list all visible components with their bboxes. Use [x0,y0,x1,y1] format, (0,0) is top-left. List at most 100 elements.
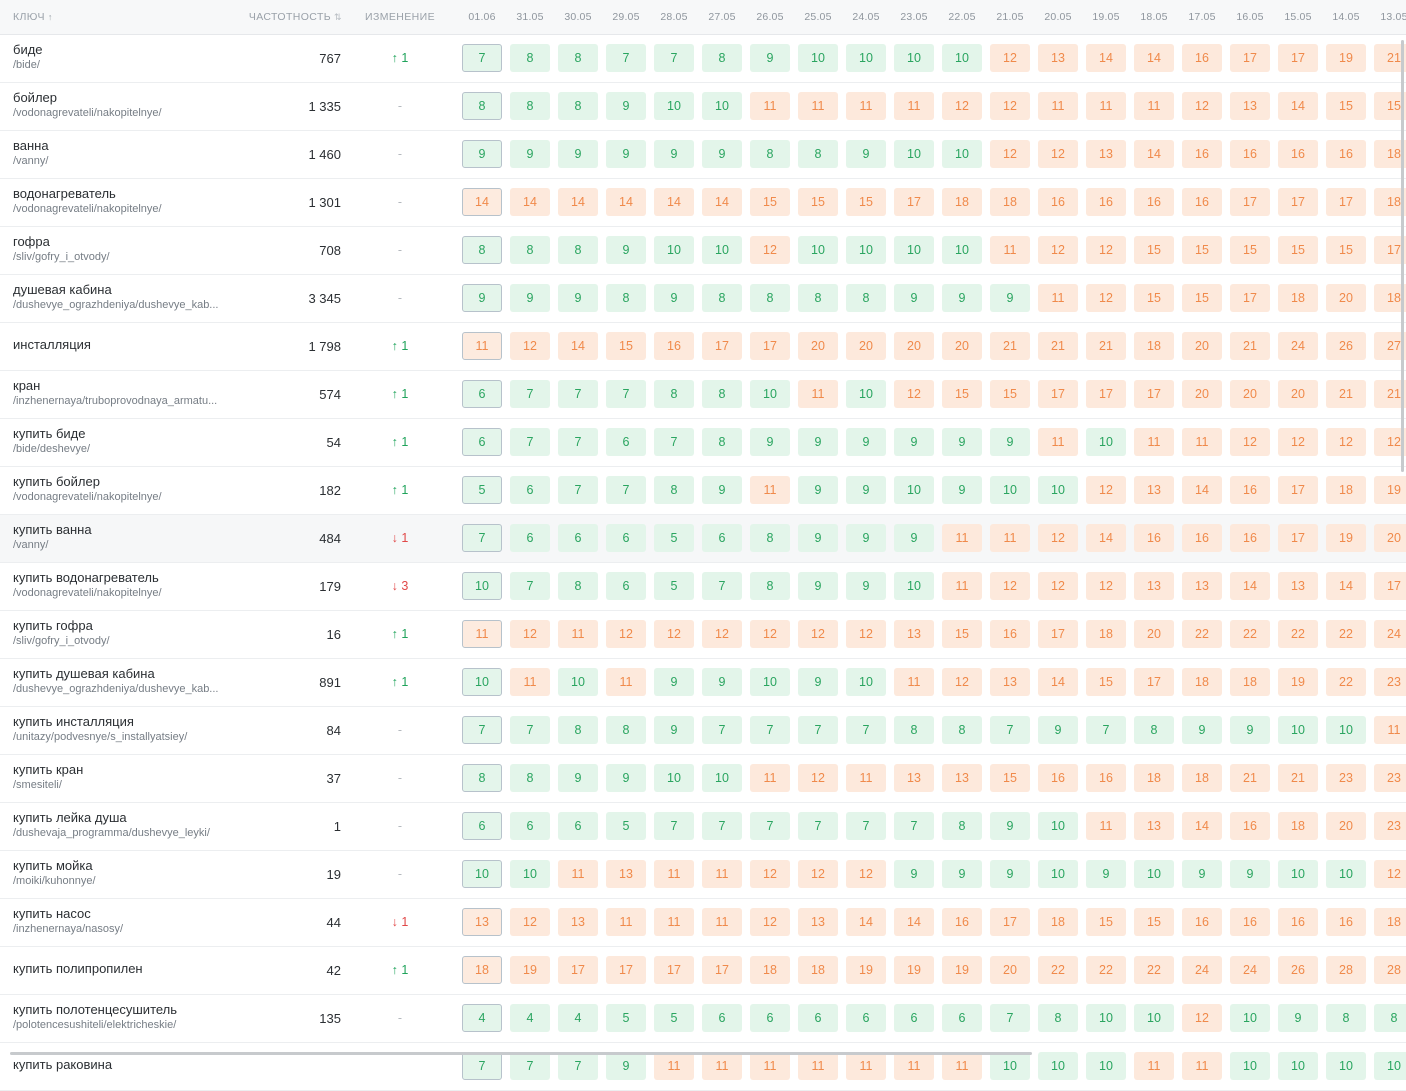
position-cell[interactable]: 12 [942,92,982,120]
position-cell[interactable]: 12 [990,44,1030,72]
position-cell[interactable]: 9 [942,860,982,888]
position-cell[interactable]: 18 [798,956,838,984]
position-cell[interactable]: 13 [1134,812,1174,840]
position-cell[interactable]: 10 [1086,428,1126,456]
position-cell[interactable]: 18 [1278,284,1318,312]
horizontal-scrollbar[interactable] [10,1052,1032,1055]
position-cell[interactable]: 20 [1134,620,1174,648]
table-row[interactable]: купить инсталляция/unitazy/podvesnye/s_i… [0,707,1406,755]
position-cell[interactable]: 10 [654,92,694,120]
position-cell[interactable]: 8 [606,716,646,744]
position-cell[interactable]: 4 [462,1004,502,1032]
position-cell[interactable]: 12 [1086,284,1126,312]
position-cell[interactable]: 22 [1038,956,1078,984]
position-cell[interactable]: 9 [846,140,886,168]
position-cell[interactable]: 12 [510,620,550,648]
position-cell[interactable]: 6 [846,1004,886,1032]
position-cell[interactable]: 5 [654,572,694,600]
position-cell[interactable]: 11 [462,332,502,360]
position-cell[interactable]: 6 [750,1004,790,1032]
position-cell[interactable]: 9 [462,140,502,168]
position-cell[interactable]: 10 [462,860,502,888]
position-cell[interactable]: 9 [990,812,1030,840]
position-cell[interactable]: 13 [798,908,838,936]
position-cell[interactable]: 9 [846,524,886,552]
position-cell[interactable]: 14 [1230,572,1270,600]
position-cell[interactable]: 22 [1326,668,1366,696]
position-cell[interactable]: 9 [990,284,1030,312]
position-cell[interactable]: 15 [1326,92,1366,120]
position-cell[interactable]: 10 [510,860,550,888]
position-cell[interactable]: 15 [990,380,1030,408]
position-cell[interactable]: 13 [1134,476,1174,504]
position-cell[interactable]: 14 [1134,44,1174,72]
position-cell[interactable]: 13 [606,860,646,888]
table-row[interactable]: купить душевая кабина/dushevye_ograzhden… [0,659,1406,707]
table-row[interactable]: купить гофра/sliv/gofry_i_otvody/16 ↑ 1 11… [0,611,1406,659]
position-cell[interactable]: 16 [1230,812,1270,840]
position-cell[interactable]: 10 [894,44,934,72]
position-cell[interactable]: 14 [846,908,886,936]
position-cell[interactable]: 6 [606,428,646,456]
position-cell[interactable]: 12 [990,572,1030,600]
position-cell[interactable]: 9 [654,284,694,312]
position-cell[interactable]: 8 [702,284,742,312]
position-cell[interactable]: 17 [1134,380,1174,408]
keyword-url[interactable]: /vodonagrevateli/nakopitelnye/ [13,586,238,601]
position-cell[interactable]: 20 [1326,284,1366,312]
table-row[interactable]: душевая кабина/dushevye_ograzhdeniya/dus… [0,275,1406,323]
column-header-date[interactable]: 31.05 [510,11,550,23]
position-cell[interactable]: 8 [798,140,838,168]
position-cell[interactable]: 11 [894,1052,934,1080]
keyword-name[interactable]: гофра [13,234,238,250]
vertical-scrollbar[interactable] [1401,40,1404,472]
position-cell[interactable]: 20 [990,956,1030,984]
position-cell[interactable]: 26 [1326,332,1366,360]
position-cell[interactable]: 9 [558,284,598,312]
position-cell[interactable]: 10 [846,668,886,696]
position-cell[interactable]: 10 [1086,1004,1126,1032]
position-cell[interactable]: 21 [1326,380,1366,408]
position-cell[interactable]: 9 [606,1052,646,1080]
position-cell[interactable]: 17 [1326,188,1366,216]
position-cell[interactable]: 17 [894,188,934,216]
position-cell[interactable]: 7 [462,716,502,744]
position-cell[interactable]: 23 [1374,764,1406,792]
position-cell[interactable]: 11 [798,1052,838,1080]
column-header-date[interactable]: 24.05 [846,11,886,23]
position-cell[interactable]: 10 [702,92,742,120]
position-cell[interactable]: 16 [1134,524,1174,552]
position-cell[interactable]: 8 [1038,1004,1078,1032]
position-cell[interactable]: 15 [1230,236,1270,264]
position-cell[interactable]: 10 [1326,860,1366,888]
position-cell[interactable]: 16 [1182,524,1222,552]
position-cell[interactable]: 13 [894,764,934,792]
column-header-date[interactable]: 29.05 [606,11,646,23]
position-cell[interactable]: 16 [1230,524,1270,552]
position-cell[interactable]: 15 [1134,236,1174,264]
position-cell[interactable]: 10 [990,1052,1030,1080]
position-cell[interactable]: 6 [606,524,646,552]
position-cell[interactable]: 6 [798,1004,838,1032]
position-cell[interactable]: 17 [1374,572,1406,600]
keyword-url[interactable]: /vodonagrevateli/nakopitelnye/ [13,106,238,121]
position-cell[interactable]: 7 [510,572,550,600]
position-cell[interactable]: 10 [942,236,982,264]
keyword-name[interactable]: кран [13,378,238,394]
position-cell[interactable]: 12 [990,92,1030,120]
column-header-date[interactable]: 27.05 [702,11,742,23]
position-cell[interactable]: 12 [1086,572,1126,600]
keyword-name[interactable]: купить полотенцесушитель [13,1002,238,1018]
position-cell[interactable]: 20 [1230,380,1270,408]
position-cell[interactable]: 5 [606,1004,646,1032]
position-cell[interactable]: 10 [1230,1052,1270,1080]
position-cell[interactable]: 23 [1326,764,1366,792]
position-cell[interactable]: 6 [510,524,550,552]
position-cell[interactable]: 16 [1038,188,1078,216]
position-cell[interactable]: 17 [750,332,790,360]
position-cell[interactable]: 10 [558,668,598,696]
position-cell[interactable]: 13 [1182,572,1222,600]
position-cell[interactable]: 9 [894,860,934,888]
position-cell[interactable]: 10 [894,236,934,264]
position-cell[interactable]: 13 [558,908,598,936]
